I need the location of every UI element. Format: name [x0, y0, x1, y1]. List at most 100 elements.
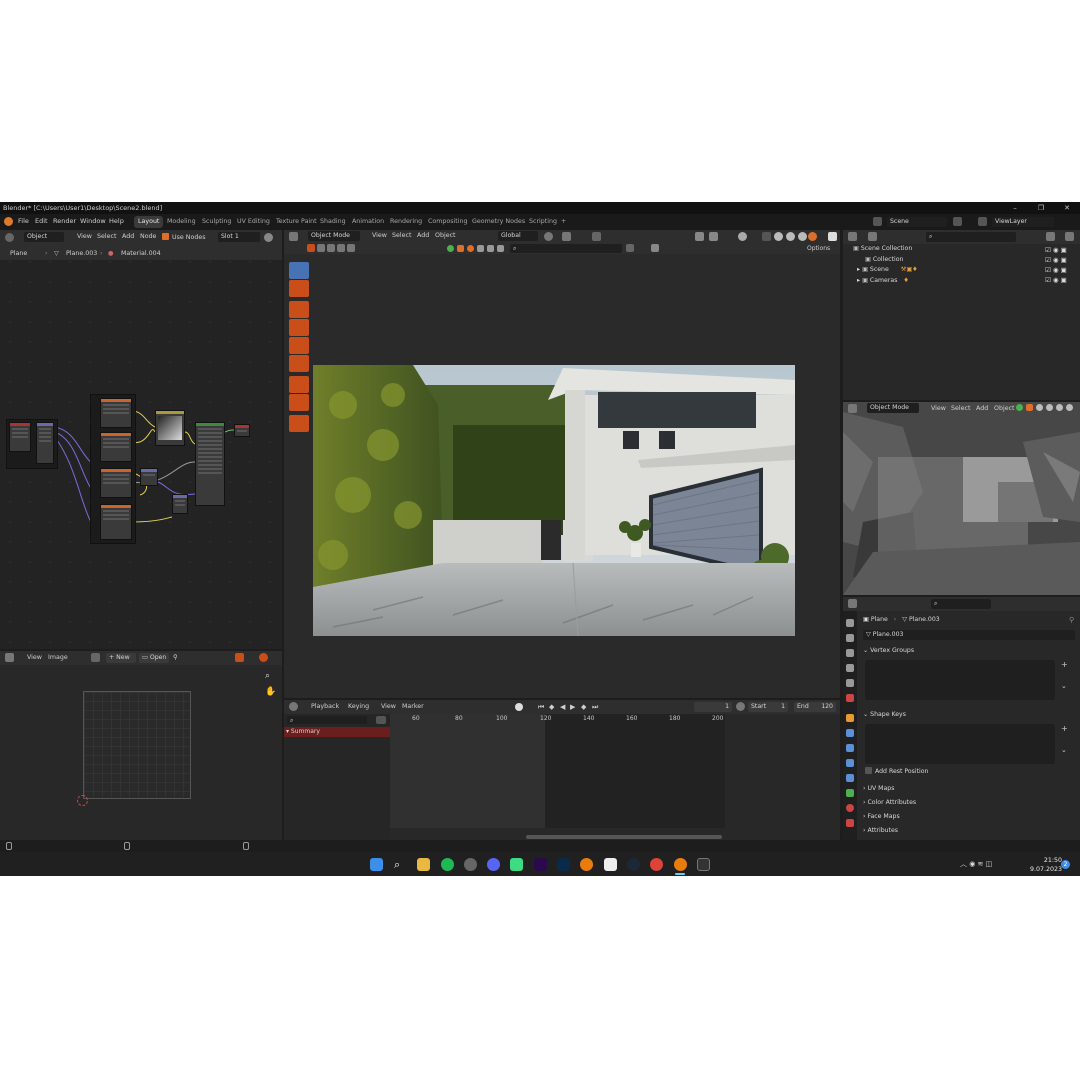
- cursor-tool[interactable]: [289, 280, 309, 297]
- show-overlays-icon[interactable]: [709, 232, 718, 241]
- new-image-button[interactable]: + New: [106, 653, 136, 663]
- color-ramp-node[interactable]: [155, 410, 185, 446]
- tab-modeling[interactable]: Modeling: [163, 216, 200, 228]
- show-gizmo-icon[interactable]: [695, 232, 704, 241]
- menu-node[interactable]: Node: [140, 233, 156, 240]
- texture-coordinate-node[interactable]: [9, 422, 31, 452]
- jump-end-icon[interactable]: ⏭: [592, 703, 598, 712]
- pivot-point-icon[interactable]: [544, 232, 553, 241]
- image-texture-node[interactable]: [100, 504, 132, 540]
- record-icon[interactable]: [515, 703, 523, 711]
- tab-rendering[interactable]: Rendering: [386, 216, 426, 228]
- tab-sculpting[interactable]: Sculpting: [198, 216, 235, 228]
- visibility-filter-icon[interactable]: [447, 245, 454, 252]
- clock[interactable]: 21:50 9.07.2023: [1030, 856, 1062, 874]
- tab-texture-paint[interactable]: Texture Paint: [272, 216, 321, 228]
- file-explorer-icon[interactable]: [417, 858, 430, 871]
- visibility-filter-icon[interactable]: [1026, 404, 1033, 411]
- new-scene-icon[interactable]: [953, 217, 962, 226]
- image-editor[interactable]: View Image + New ▭ Open ⚲ ⌕ ✋: [0, 651, 282, 840]
- shape-keys-list[interactable]: [865, 724, 1055, 764]
- menu-add[interactable]: Add: [976, 405, 988, 412]
- select-box-tool[interactable]: [289, 262, 309, 279]
- material-icon[interactable]: [264, 233, 273, 242]
- properties-editor[interactable]: ⌕ ▣ Plane › ▽ Plane.003 ⚲ ▽ Plane.003 ⌄ …: [843, 597, 1080, 840]
- pause-render-icon[interactable]: [828, 232, 837, 241]
- menu-select[interactable]: Select: [951, 405, 970, 412]
- display-channels-icon[interactable]: [259, 653, 268, 662]
- menu-view[interactable]: View: [931, 405, 946, 412]
- jump-start-icon[interactable]: ⏮: [538, 703, 544, 712]
- select-mode-icon[interactable]: [317, 244, 325, 252]
- visibility-filter-icon[interactable]: [457, 245, 464, 252]
- mesh-name-field[interactable]: ▽ Plane.003: [863, 630, 1075, 640]
- pin-icon[interactable]: ⚲: [173, 654, 178, 661]
- menu-render[interactable]: Render: [53, 217, 76, 225]
- viewport-search-input[interactable]: ⌕: [510, 244, 622, 253]
- visibility-filter-icon[interactable]: [477, 245, 484, 252]
- close-icon[interactable]: ✕: [1057, 203, 1077, 213]
- scene-selector-icon[interactable]: [873, 217, 882, 226]
- image-browse-icon[interactable]: [91, 653, 100, 662]
- view-layer-tab-icon[interactable]: [846, 664, 854, 672]
- modifier-tab-icon[interactable]: [846, 729, 854, 737]
- notification-badge[interactable]: 2: [1061, 860, 1070, 869]
- section-vertex-groups[interactable]: ⌄ Vertex Groups: [863, 645, 1075, 657]
- move-tool[interactable]: [289, 301, 309, 318]
- menu-edit[interactable]: Edit: [35, 217, 48, 225]
- clock-icon[interactable]: [736, 702, 745, 711]
- specials-menu-icon[interactable]: ⌄: [1061, 682, 1067, 690]
- system-tray-icons[interactable]: ︿ ◉ ≋ ◫: [960, 859, 992, 869]
- render-tab-icon[interactable]: [846, 634, 854, 642]
- menu-view[interactable]: View: [77, 233, 92, 240]
- object-tab-icon[interactable]: [846, 714, 854, 722]
- toggle-row-icons[interactable]: ☑ ◉ ▣: [1045, 246, 1079, 256]
- toggle-row-icons[interactable]: ☑ ◉ ▣: [1045, 256, 1079, 266]
- editor-type-icon[interactable]: [5, 653, 14, 662]
- menu-keying[interactable]: Keying: [348, 703, 369, 710]
- tool-tab-icon[interactable]: [846, 619, 854, 627]
- editor-type-icon[interactable]: [848, 599, 857, 608]
- texture-tab-icon[interactable]: [846, 819, 854, 827]
- notion-icon[interactable]: [604, 858, 617, 871]
- interaction-mode-dropdown[interactable]: Object Mode: [867, 403, 919, 413]
- rotate-tool[interactable]: [289, 319, 309, 336]
- wireframe-shading-icon[interactable]: [762, 232, 771, 241]
- shading-mode-icon[interactable]: [1066, 404, 1073, 411]
- view-layer-field[interactable]: ViewLayer: [992, 217, 1054, 227]
- outliner-search-input[interactable]: ⌕: [926, 232, 1016, 242]
- chrome-icon[interactable]: [650, 858, 663, 871]
- vertex-groups-list[interactable]: [865, 660, 1055, 700]
- play-icon[interactable]: ▶: [570, 703, 575, 711]
- specials-menu-icon[interactable]: ⌄: [1061, 746, 1067, 754]
- xray-icon[interactable]: [738, 232, 747, 241]
- overlay-icon[interactable]: [235, 653, 244, 662]
- rendered-active-icon[interactable]: [808, 232, 817, 241]
- shading-mode-icon[interactable]: [1046, 404, 1053, 411]
- object-dropdown[interactable]: Object: [24, 232, 64, 242]
- tab-compositing[interactable]: Compositing: [424, 216, 471, 228]
- only-selected-icon[interactable]: [376, 716, 386, 724]
- funnel-icon[interactable]: [651, 244, 659, 252]
- rendered-view[interactable]: [313, 365, 795, 636]
- add-workspace-button[interactable]: +: [557, 216, 570, 228]
- visibility-filter-icon[interactable]: [497, 245, 504, 252]
- summary-channel[interactable]: ▾ Summary: [284, 727, 390, 737]
- add-cube-tool[interactable]: [289, 415, 309, 432]
- material-tab-icon[interactable]: [846, 804, 854, 812]
- menu-view[interactable]: View: [372, 232, 387, 239]
- menu-playback[interactable]: Playback: [311, 703, 339, 710]
- mesh-data-tab-icon[interactable]: [846, 789, 854, 797]
- add-rest-position-checkbox[interactable]: Add Rest Position: [865, 767, 928, 775]
- end-frame-field[interactable]: End 120: [794, 702, 836, 712]
- menu-window[interactable]: Window: [80, 217, 106, 225]
- slot-dropdown[interactable]: Slot 1: [218, 232, 260, 242]
- toggle-row-icons[interactable]: ☑ ◉ ▣: [1045, 266, 1079, 276]
- select-mode-icon[interactable]: [347, 244, 355, 252]
- search-icon[interactable]: ⌕: [394, 858, 407, 871]
- filter-icon[interactable]: [1046, 232, 1055, 241]
- section-attributes[interactable]: › Attributes: [863, 825, 1075, 837]
- editor-type-icon[interactable]: [848, 404, 857, 413]
- display-mode-icon[interactable]: [868, 232, 877, 241]
- material-output-node[interactable]: [234, 424, 250, 437]
